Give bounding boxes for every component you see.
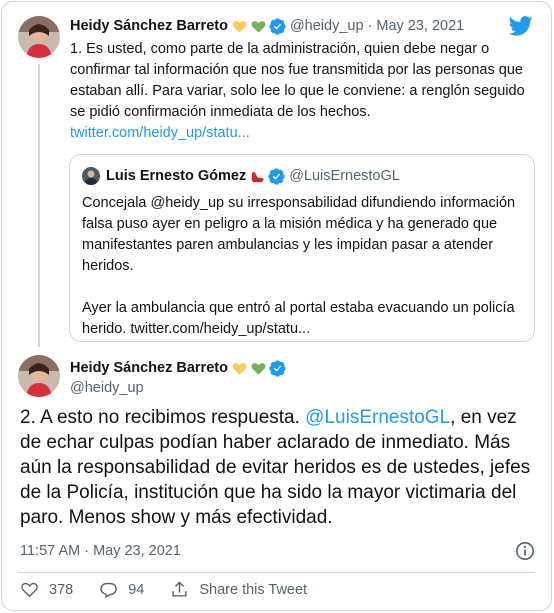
tweet-link[interactable]: twitter.com/heidy_up/statu... xyxy=(70,123,535,144)
author-name[interactable]: Heidy Sánchez Barreto xyxy=(70,358,228,378)
heart-icon xyxy=(21,582,38,598)
thread-connector xyxy=(38,64,40,347)
red-shoe-icon xyxy=(251,171,264,182)
quoted-avatar xyxy=(82,167,100,185)
avatar[interactable] xyxy=(18,16,60,58)
quoted-author-name: Luis Ernesto Gómez xyxy=(106,168,247,184)
divider xyxy=(18,572,535,573)
share-button[interactable]: Share this Tweet xyxy=(170,580,307,599)
verified-badge-icon xyxy=(269,17,286,35)
tweet-date[interactable]: May 23, 2021 xyxy=(376,16,464,36)
quoted-paragraph: Ayer la ambulancia que entró al portal e… xyxy=(82,300,515,337)
mention-link[interactable]: @LuisErnestoGL xyxy=(305,407,450,428)
yellow-heart-icon xyxy=(232,362,247,375)
author-handle[interactable]: @heidy_up xyxy=(70,378,286,398)
reply-button[interactable]: 94 xyxy=(99,580,144,599)
tweet-timestamp[interactable]: 11:57 AM · May 23, 2021 xyxy=(20,543,181,559)
verified-badge-icon xyxy=(268,167,285,185)
info-icon[interactable] xyxy=(515,541,535,561)
reply-icon xyxy=(100,582,117,599)
separator: · xyxy=(367,18,373,34)
avatar[interactable] xyxy=(18,355,60,397)
share-icon xyxy=(172,581,187,597)
green-heart-icon xyxy=(251,20,266,33)
reply-count: 94 xyxy=(128,581,145,598)
quoted-paragraph: Concejala @heidy_up su irresponsabilidad… xyxy=(82,195,516,274)
like-count: 378 xyxy=(49,581,74,598)
like-button[interactable]: 378 xyxy=(20,580,73,599)
tweet-actions: 378 94 Share this Tweet xyxy=(20,580,333,599)
yellow-heart-icon xyxy=(232,20,247,33)
share-label: Share this Tweet xyxy=(199,581,308,598)
tweet-embed-card: Heidy Sánchez Barreto @heidy_up · May 23… xyxy=(1,1,552,611)
verified-badge-icon xyxy=(269,359,286,377)
author-name[interactable]: Heidy Sánchez Barreto xyxy=(70,16,228,36)
tweet-text: 1. Es usted, como parte de la administra… xyxy=(70,41,525,120)
quoted-author-handle: @LuisErnestoGL xyxy=(289,168,400,184)
green-heart-icon xyxy=(251,362,266,375)
author-handle[interactable]: @heidy_up xyxy=(290,16,364,36)
quoted-tweet[interactable]: Luis Ernesto Gómez @LuisErnestoGL Concej… xyxy=(69,154,535,342)
text-segment: 2. A esto no recibimos respuesta. xyxy=(20,407,306,428)
main-tweet-text: 2. A esto no recibimos respuesta. @LuisE… xyxy=(20,405,540,530)
quoted-tweet-text: Concejala @heidy_up su irresponsabilidad… xyxy=(82,193,522,340)
